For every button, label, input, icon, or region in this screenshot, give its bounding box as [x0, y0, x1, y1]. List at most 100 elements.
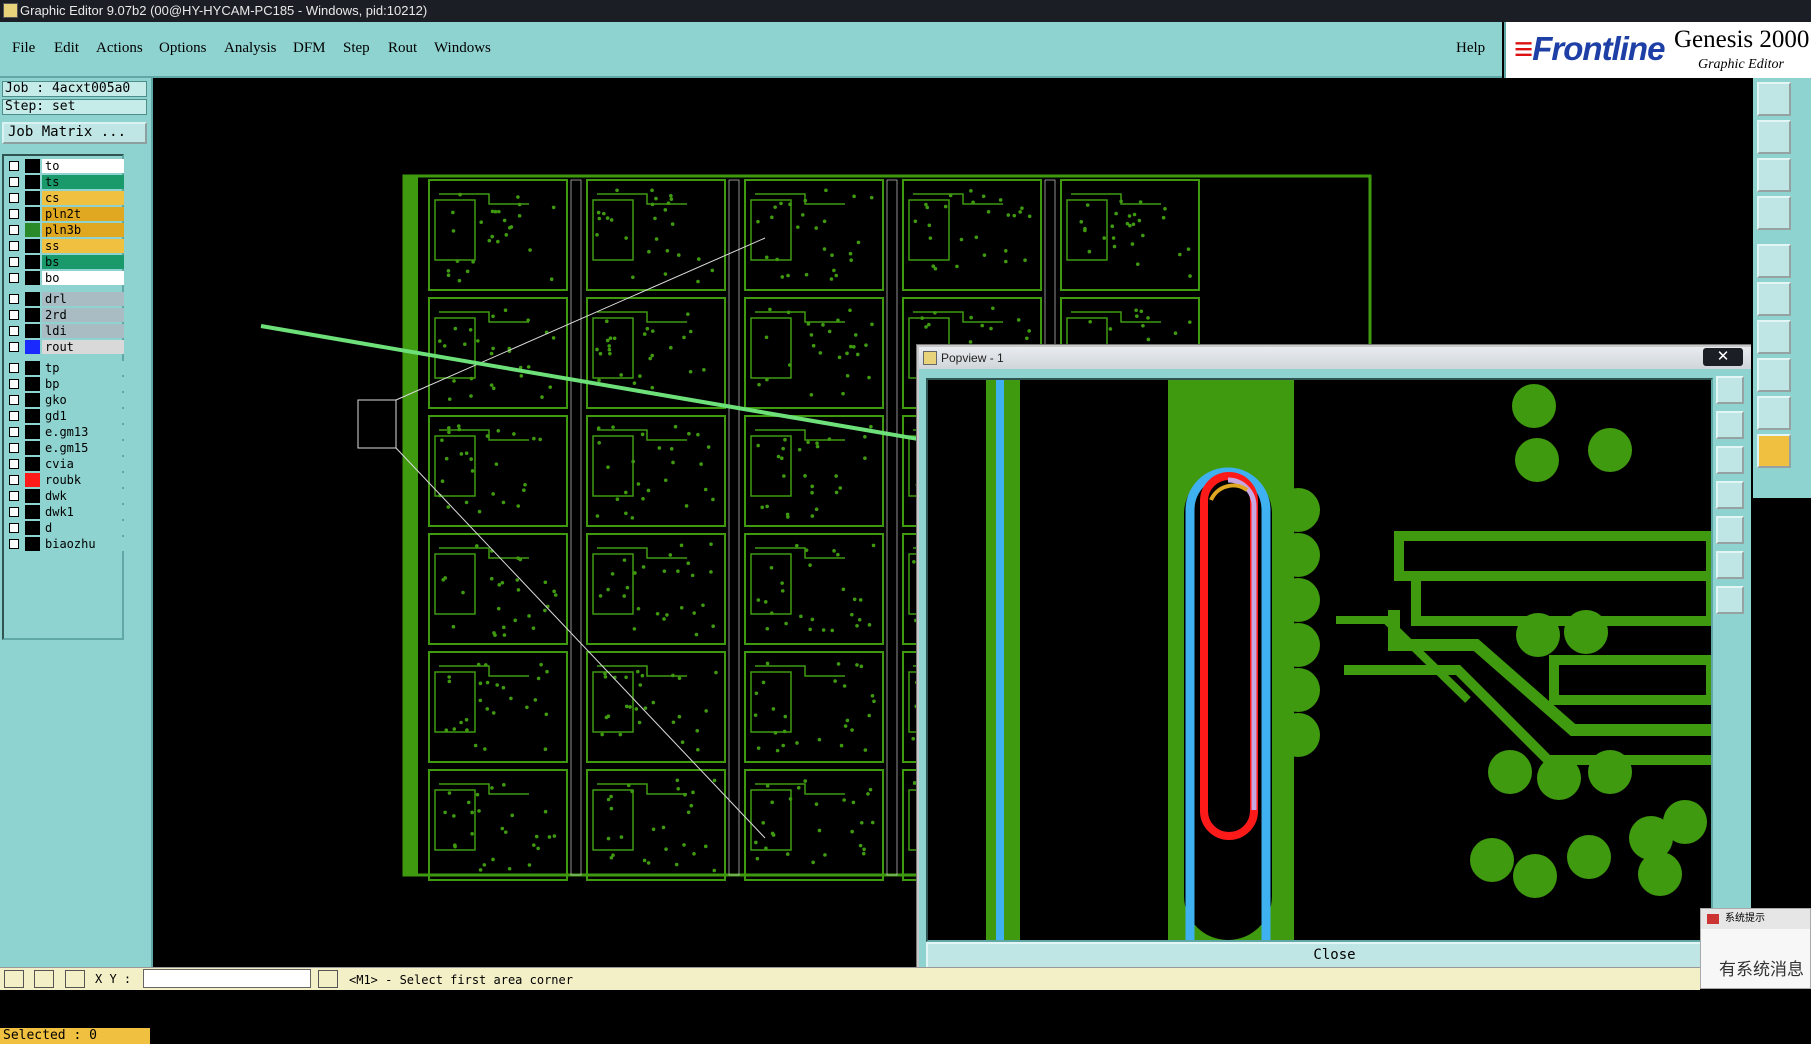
layer-color-swatch[interactable]: [25, 292, 40, 306]
layer-color-swatch[interactable]: [25, 457, 40, 471]
layer-color-swatch[interactable]: [25, 191, 40, 205]
layer-row[interactable]: dwk: [6, 489, 124, 503]
add-feature-icon[interactable]: [1757, 358, 1791, 392]
layer-color-swatch[interactable]: [25, 377, 40, 391]
angle-icon[interactable]: [1757, 320, 1791, 354]
menu-options[interactable]: Options: [159, 40, 207, 57]
menu-dfm[interactable]: DFM: [293, 40, 326, 57]
layer-color-swatch[interactable]: [25, 489, 40, 503]
menu-step[interactable]: Step: [343, 40, 370, 57]
layer-color-swatch[interactable]: [25, 271, 40, 285]
layer-color-swatch[interactable]: [25, 361, 40, 375]
layer-color-swatch[interactable]: [25, 340, 40, 354]
layer-row[interactable]: pln2t: [6, 207, 124, 221]
menu-file[interactable]: File: [12, 40, 35, 57]
pan-up-icon[interactable]: [1716, 411, 1744, 439]
layer-checkbox[interactable]: [9, 225, 19, 235]
layer-checkbox[interactable]: [9, 459, 19, 469]
menu-analysis[interactable]: Analysis: [224, 40, 277, 57]
zoom-area-icon[interactable]: [1757, 158, 1791, 192]
layer-checkbox[interactable]: [9, 161, 19, 171]
layer-row[interactable]: e.gm15: [6, 441, 124, 455]
layer-checkbox[interactable]: [9, 342, 19, 352]
menu-actions[interactable]: Actions: [96, 40, 143, 57]
layer-row[interactable]: bs: [6, 255, 124, 269]
layer-checkbox[interactable]: [9, 241, 19, 251]
layer-color-swatch[interactable]: [25, 409, 40, 423]
layer-checkbox[interactable]: [9, 379, 19, 389]
layer-row[interactable]: gko: [6, 393, 124, 407]
layer-color-swatch[interactable]: [25, 223, 40, 237]
popview-close-button[interactable]: Close: [926, 942, 1743, 967]
zoom-back-icon[interactable]: [1757, 120, 1791, 154]
layer-row[interactable]: rout: [6, 340, 124, 354]
layer-checkbox[interactable]: [9, 523, 19, 533]
layer-row[interactable]: d: [6, 521, 124, 535]
layer-color-swatch[interactable]: [25, 159, 40, 173]
layer-row[interactable]: biaozhu: [6, 537, 124, 551]
layer-checkbox[interactable]: [9, 193, 19, 203]
layer-color-swatch[interactable]: [25, 473, 40, 487]
measure-icon[interactable]: [1757, 196, 1791, 230]
layer-color-swatch[interactable]: [25, 308, 40, 322]
layer-row[interactable]: bp: [6, 377, 124, 391]
layer-checkbox[interactable]: [9, 395, 19, 405]
layer-color-swatch[interactable]: [25, 175, 40, 189]
triangle-icon[interactable]: [1757, 396, 1791, 430]
grid-icon[interactable]: [65, 970, 85, 988]
layer-row[interactable]: gd1: [6, 409, 124, 423]
job-matrix-button[interactable]: Job Matrix ...: [2, 122, 147, 144]
pan-left-icon[interactable]: [1716, 481, 1744, 509]
layer-row[interactable]: e.gm13: [6, 425, 124, 439]
cursor-mode-icon[interactable]: [4, 970, 24, 988]
layer-row[interactable]: cs: [6, 191, 124, 205]
layer-checkbox[interactable]: [9, 310, 19, 320]
zoom-home-icon[interactable]: [1757, 82, 1791, 116]
layer-row[interactable]: bo: [6, 271, 124, 285]
zoom-out-icon[interactable]: [1716, 586, 1744, 614]
menu-edit[interactable]: Edit: [54, 40, 79, 57]
layer-color-swatch[interactable]: [25, 255, 40, 269]
popview-titlebar[interactable]: Popview - 1 ✕: [919, 347, 1751, 369]
layer-row[interactable]: 2rd: [6, 308, 124, 322]
menu-help[interactable]: Help: [1456, 40, 1485, 57]
layer-checkbox[interactable]: [9, 177, 19, 187]
layer-checkbox[interactable]: [9, 539, 19, 549]
layer-row[interactable]: drl: [6, 292, 124, 306]
layer-checkbox[interactable]: [9, 273, 19, 283]
menu-windows[interactable]: Windows: [434, 40, 491, 57]
layer-row[interactable]: ldi: [6, 324, 124, 338]
layer-color-swatch[interactable]: [25, 441, 40, 455]
graphic-canvas[interactable]: Popview - 1 ✕ Close: [153, 78, 1751, 967]
layer-row[interactable]: to: [6, 159, 124, 173]
layer-color-swatch[interactable]: [25, 537, 40, 551]
snap-icon[interactable]: [1757, 244, 1791, 278]
layer-color-swatch[interactable]: [25, 239, 40, 253]
layer-checkbox[interactable]: [9, 209, 19, 219]
zoomed-rout-view[interactable]: [928, 380, 1711, 940]
popview-zoom-area[interactable]: [926, 378, 1713, 942]
layer-color-swatch[interactable]: [25, 521, 40, 535]
system-tip-popup[interactable]: 系统提示 有系统消息: [1700, 908, 1811, 989]
layer-color-swatch[interactable]: [25, 324, 40, 338]
layer-row[interactable]: roubk: [6, 473, 124, 487]
layer-row[interactable]: ts: [6, 175, 124, 189]
layer-row[interactable]: pln3b: [6, 223, 124, 237]
layer-checkbox[interactable]: [9, 507, 19, 517]
line-mode-icon[interactable]: [34, 970, 54, 988]
popview-close-icon[interactable]: ✕: [1703, 348, 1743, 366]
zoom-in-icon[interactable]: [1716, 551, 1744, 579]
layer-checkbox[interactable]: [9, 326, 19, 336]
net-icon[interactable]: [1757, 282, 1791, 316]
layer-checkbox[interactable]: [9, 411, 19, 421]
layer-checkbox[interactable]: [9, 491, 19, 501]
layer-color-swatch[interactable]: [25, 505, 40, 519]
layer-color-swatch[interactable]: [25, 393, 40, 407]
menu-rout[interactable]: Rout: [388, 40, 417, 57]
zoom-fit-icon[interactable]: [1716, 376, 1744, 404]
pan-right-icon[interactable]: [1716, 516, 1744, 544]
pan-down-icon[interactable]: [1716, 446, 1744, 474]
layer-checkbox[interactable]: [9, 475, 19, 485]
layer-checkbox[interactable]: [9, 427, 19, 437]
layer-row[interactable]: ss: [6, 239, 124, 253]
